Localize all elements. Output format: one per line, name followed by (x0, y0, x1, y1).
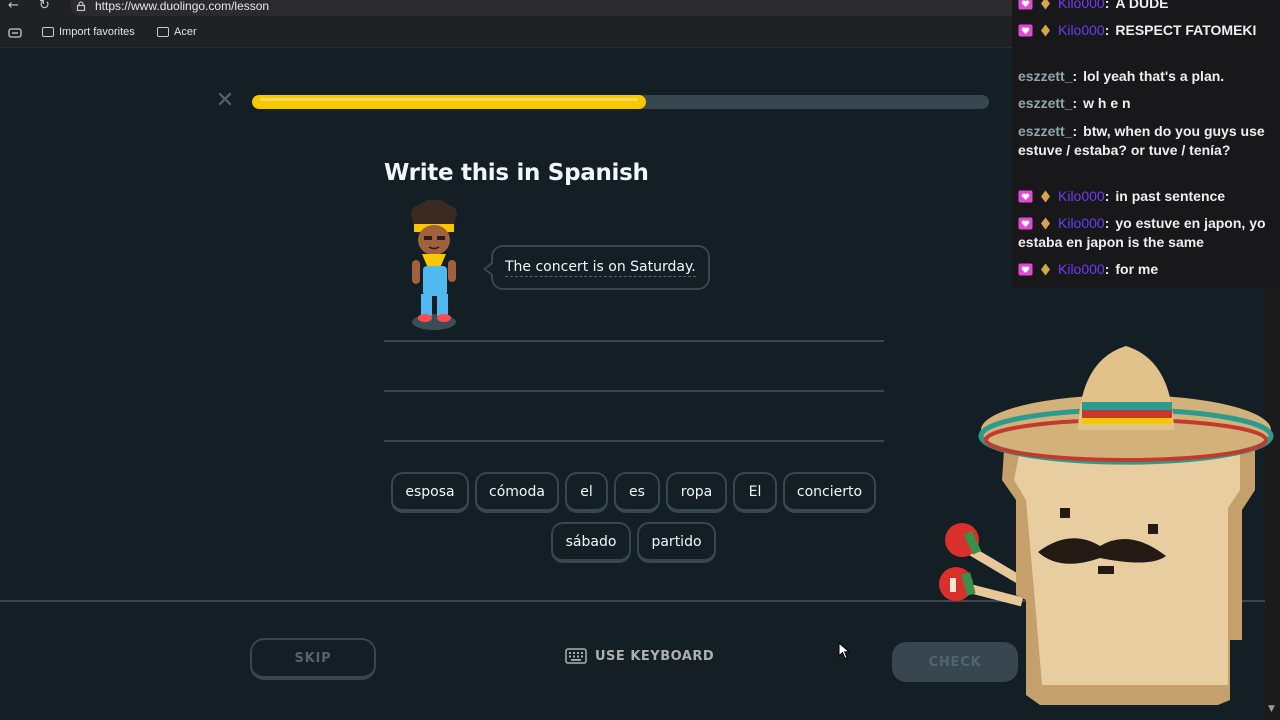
bits-badge-icon (1041, 217, 1050, 230)
bookmark-import-favorites[interactable]: Import favorites (42, 26, 135, 38)
import-favorites-icon (42, 27, 54, 37)
streamer-mascot-image (939, 346, 1274, 705)
bits-badge-icon (1041, 190, 1050, 203)
chat-text: A DUDE (1115, 0, 1169, 11)
bits-badge-icon (1041, 24, 1050, 37)
chat-message: Kilo000: in past sentence (1018, 187, 1280, 206)
chat-message: eszzett_: lol yeah that's a plan. (1018, 68, 1225, 84)
back-arrow-icon[interactable]: ← (8, 0, 19, 12)
chat-message: eszzett_: btw, when do you guys use estuv… (1018, 123, 1265, 158)
word-chip-sabado[interactable]: sábado (551, 522, 631, 563)
chat-username[interactable]: Kilo000 (1058, 22, 1105, 38)
use-keyboard-button[interactable]: USE KEYBOARD (565, 648, 714, 664)
tab-actions-icon[interactable] (8, 28, 22, 38)
chat-text: RESPECT FATOMEKI (1115, 22, 1257, 38)
bookmark-label: Import favorites (59, 26, 135, 38)
chat-username[interactable]: eszzett_ (1018, 68, 1072, 84)
answer-line (384, 440, 884, 442)
stream-chat: Kilo000: A DUDE Kilo000: RESPECT FATOMEKI … (1012, 0, 1280, 288)
lock-icon (76, 1, 86, 11)
prompt-bubble: The concert is on Saturday. (483, 245, 710, 290)
progress-bar-fill (252, 95, 647, 109)
answer-line (384, 390, 884, 392)
sub-badge-icon (1018, 24, 1033, 37)
chat-text: lol yeah that's a plan. (1083, 68, 1225, 84)
chat-text: in past sentence (1115, 188, 1226, 204)
word-chip-partido[interactable]: partido (637, 522, 716, 563)
word-chip-concierto[interactable]: concierto (783, 472, 876, 513)
keyboard-icon (565, 648, 587, 664)
bookmark-acer[interactable]: Acer (157, 26, 197, 38)
bits-badge-icon (1041, 263, 1050, 276)
screen: ← ↻ https://www.duolingo.com/lesson Impo… (0, 0, 1280, 720)
chat-username[interactable]: eszzett_ (1018, 95, 1072, 111)
bits-badge-icon (1041, 0, 1050, 10)
bookmark-label: Acer (174, 26, 197, 38)
word-chip-ropa[interactable]: ropa (666, 472, 727, 513)
page-title: Write this in Spanish (384, 160, 649, 186)
chat-message: eszzett_: w h e n (1018, 95, 1131, 111)
sub-badge-icon (1018, 217, 1033, 230)
word-chip-esposa[interactable]: esposa (391, 472, 469, 513)
close-icon[interactable]: ✕ (214, 90, 236, 112)
chat-message: Kilo000: A DUDE (1018, 0, 1280, 13)
word-chip-es[interactable]: es (614, 472, 660, 513)
word-chip-el[interactable]: el (565, 472, 608, 513)
chat-username[interactable]: Kilo000 (1058, 188, 1105, 204)
folder-icon (157, 27, 169, 37)
url-text: https://www.duolingo.com/lesson (95, 0, 270, 13)
character-avatar (411, 200, 457, 330)
chat-username[interactable]: Kilo000 (1058, 0, 1105, 11)
chat-message: Kilo000: RESPECT FATOMEKI (1018, 21, 1280, 40)
refresh-icon[interactable]: ↻ (39, 0, 50, 12)
sub-badge-icon (1018, 0, 1033, 10)
chat-text: yo estuve en japon, yo estaba en japon i… (1018, 215, 1266, 250)
answer-line (384, 340, 884, 342)
chat-message: Kilo000: yo estuve en japon, yo estaba en… (1018, 215, 1266, 250)
chat-username[interactable]: Kilo000 (1058, 215, 1105, 231)
chat-username[interactable]: Kilo000 (1058, 261, 1105, 277)
chat-username[interactable]: eszzett_ (1018, 123, 1072, 139)
chat-text: for me (1115, 261, 1159, 277)
use-keyboard-label: USE KEYBOARD (595, 648, 715, 664)
word-chip-comoda[interactable]: cómoda (475, 472, 559, 513)
skip-button[interactable]: SKIP (250, 638, 376, 680)
sub-badge-icon (1018, 263, 1033, 276)
chat-text: w h e n (1083, 95, 1131, 111)
word-chip-El[interactable]: El (733, 472, 777, 513)
sub-badge-icon (1018, 190, 1033, 203)
chat-message: Kilo000: for me (1018, 260, 1280, 279)
progress-bar (252, 95, 989, 109)
prompt-text[interactable]: The concert is on Saturday. (505, 259, 696, 277)
mouse-cursor-icon (838, 642, 850, 660)
